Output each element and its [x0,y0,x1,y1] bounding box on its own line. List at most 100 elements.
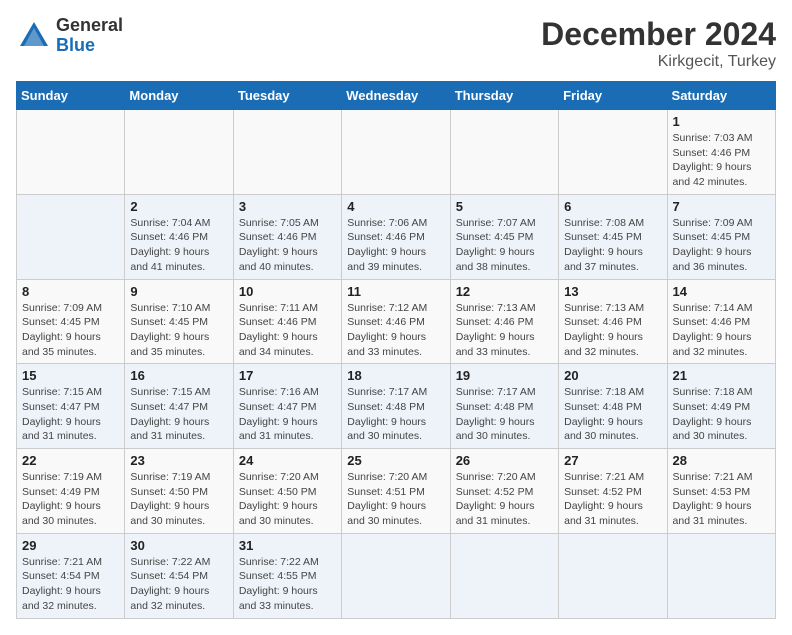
title-block: December 2024 Kirkgecit, Turkey [541,16,776,71]
month-title: December 2024 [541,16,776,53]
day-info: Sunrise: 7:07 AM Sunset: 4:45 PM Dayligh… [456,216,553,275]
day-number: 11 [347,284,444,299]
day-number: 23 [130,453,227,468]
calendar-cell [125,110,233,195]
col-friday: Friday [559,82,667,110]
day-info: Sunrise: 7:21 AM Sunset: 4:54 PM Dayligh… [22,555,119,614]
day-info: Sunrise: 7:06 AM Sunset: 4:46 PM Dayligh… [347,216,444,275]
logo-blue-text: Blue [56,36,123,56]
day-info: Sunrise: 7:17 AM Sunset: 4:48 PM Dayligh… [456,385,553,444]
day-info: Sunrise: 7:19 AM Sunset: 4:50 PM Dayligh… [130,470,227,529]
day-number: 22 [22,453,119,468]
day-number: 27 [564,453,661,468]
calendar-cell: 17Sunrise: 7:16 AM Sunset: 4:47 PM Dayli… [233,364,341,449]
day-number: 15 [22,368,119,383]
calendar-cell: 29 Sunrise: 7:21 AM Sunset: 4:54 PM Dayli… [17,533,125,618]
calendar-week-0: 1Sunrise: 7:03 AM Sunset: 4:46 PM Daylig… [17,110,776,195]
day-info: Sunrise: 7:16 AM Sunset: 4:47 PM Dayligh… [239,385,336,444]
day-info: Sunrise: 7:10 AM Sunset: 4:45 PM Dayligh… [130,301,227,360]
calendar-cell: 19 Sunrise: 7:17 AM Sunset: 4:48 PM Dayli… [450,364,558,449]
logo-general-text: General [56,16,123,36]
calendar-week-2: 8 Sunrise: 7:09 AM Sunset: 4:45 PM Daylig… [17,279,776,364]
day-number: 24 [239,453,336,468]
calendar-cell [559,533,667,618]
calendar-cell: 28 Sunrise: 7:21 AM Sunset: 4:53 PM Dayli… [667,449,775,534]
day-info: Sunrise: 7:03 AM Sunset: 4:46 PM Dayligh… [673,131,770,190]
calendar-cell: 4 Sunrise: 7:06 AM Sunset: 4:46 PM Daylig… [342,194,450,279]
logo-icon [16,18,52,54]
col-wednesday: Wednesday [342,82,450,110]
day-number: 4 [347,199,444,214]
day-info: Sunrise: 7:09 AM Sunset: 4:45 PM Dayligh… [22,301,119,360]
day-number: 14 [673,284,770,299]
calendar-cell [342,110,450,195]
col-sunday: Sunday [17,82,125,110]
calendar-cell: 11 Sunrise: 7:12 AM Sunset: 4:46 PM Dayli… [342,279,450,364]
day-number: 16 [130,368,227,383]
calendar-cell [559,110,667,195]
day-info: Sunrise: 7:13 AM Sunset: 4:46 PM Dayligh… [564,301,661,360]
logo: General Blue [16,16,123,56]
calendar-cell: 7 Sunrise: 7:09 AM Sunset: 4:45 PM Daylig… [667,194,775,279]
calendar-cell: 26Sunrise: 7:20 AM Sunset: 4:52 PM Dayli… [450,449,558,534]
day-number: 21 [673,368,770,383]
calendar-cell: 31 Sunrise: 7:22 AM Sunset: 4:55 PM Dayli… [233,533,341,618]
calendar-header: Sunday Monday Tuesday Wednesday Thursday… [17,82,776,110]
day-number: 8 [22,284,119,299]
calendar-cell: 23 Sunrise: 7:19 AM Sunset: 4:50 PM Dayli… [125,449,233,534]
day-info: Sunrise: 7:04 AM Sunset: 4:46 PM Dayligh… [130,216,227,275]
day-info: Sunrise: 7:11 AM Sunset: 4:46 PM Dayligh… [239,301,336,360]
calendar-week-4: 22Sunrise: 7:19 AM Sunset: 4:49 PM Dayli… [17,449,776,534]
day-info: Sunrise: 7:09 AM Sunset: 4:45 PM Dayligh… [673,216,770,275]
calendar-cell: 30 Sunrise: 7:22 AM Sunset: 4:54 PM Dayli… [125,533,233,618]
calendar-cell: 6 Sunrise: 7:08 AM Sunset: 4:45 PM Daylig… [559,194,667,279]
col-tuesday: Tuesday [233,82,341,110]
calendar-cell [450,533,558,618]
day-number: 26 [456,453,553,468]
calendar-week-1: 2Sunrise: 7:04 AM Sunset: 4:46 PM Daylig… [17,194,776,279]
calendar-cell [450,110,558,195]
location-title: Kirkgecit, Turkey [541,53,776,71]
day-number: 31 [239,538,336,553]
day-number: 9 [130,284,227,299]
day-number: 28 [673,453,770,468]
calendar-cell: 24 Sunrise: 7:20 AM Sunset: 4:50 PM Dayli… [233,449,341,534]
col-thursday: Thursday [450,82,558,110]
day-info: Sunrise: 7:12 AM Sunset: 4:46 PM Dayligh… [347,301,444,360]
day-number: 19 [456,368,553,383]
day-number: 3 [239,199,336,214]
calendar-cell [17,194,125,279]
calendar-cell: 12Sunrise: 7:13 AM Sunset: 4:46 PM Dayli… [450,279,558,364]
day-number: 30 [130,538,227,553]
day-number: 7 [673,199,770,214]
day-info: Sunrise: 7:20 AM Sunset: 4:50 PM Dayligh… [239,470,336,529]
calendar-cell: 16Sunrise: 7:15 AM Sunset: 4:47 PM Dayli… [125,364,233,449]
day-info: Sunrise: 7:21 AM Sunset: 4:53 PM Dayligh… [673,470,770,529]
day-number: 5 [456,199,553,214]
col-saturday: Saturday [667,82,775,110]
calendar-cell [667,533,775,618]
calendar-cell [342,533,450,618]
day-number: 18 [347,368,444,383]
day-info: Sunrise: 7:20 AM Sunset: 4:51 PM Dayligh… [347,470,444,529]
calendar-cell: 21Sunrise: 7:18 AM Sunset: 4:49 PM Dayli… [667,364,775,449]
calendar-cell: 18 Sunrise: 7:17 AM Sunset: 4:48 PM Dayli… [342,364,450,449]
calendar-cell [233,110,341,195]
day-info: Sunrise: 7:17 AM Sunset: 4:48 PM Dayligh… [347,385,444,444]
calendar-cell [17,110,125,195]
day-info: Sunrise: 7:08 AM Sunset: 4:45 PM Dayligh… [564,216,661,275]
calendar-cell: 8 Sunrise: 7:09 AM Sunset: 4:45 PM Daylig… [17,279,125,364]
day-info: Sunrise: 7:22 AM Sunset: 4:54 PM Dayligh… [130,555,227,614]
calendar-week-5: 29 Sunrise: 7:21 AM Sunset: 4:54 PM Dayli… [17,533,776,618]
calendar-cell: 22Sunrise: 7:19 AM Sunset: 4:49 PM Dayli… [17,449,125,534]
day-number: 6 [564,199,661,214]
calendar-cell: 15Sunrise: 7:15 AM Sunset: 4:47 PM Dayli… [17,364,125,449]
day-number: 29 [22,538,119,553]
page-header: General Blue December 2024 Kirkgecit, Tu… [16,16,776,71]
col-monday: Monday [125,82,233,110]
calendar-week-3: 15Sunrise: 7:15 AM Sunset: 4:47 PM Dayli… [17,364,776,449]
day-number: 13 [564,284,661,299]
day-info: Sunrise: 7:21 AM Sunset: 4:52 PM Dayligh… [564,470,661,529]
day-info: Sunrise: 7:22 AM Sunset: 4:55 PM Dayligh… [239,555,336,614]
day-number: 20 [564,368,661,383]
